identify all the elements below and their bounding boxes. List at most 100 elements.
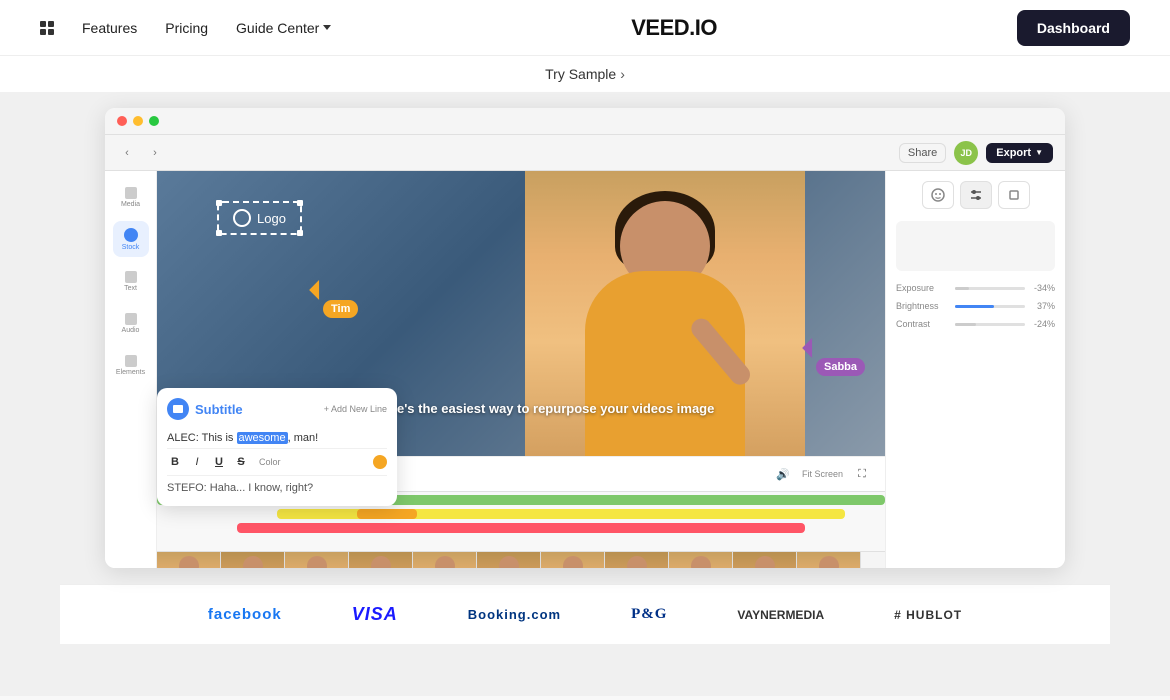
underline-button[interactable]: U [211, 456, 227, 468]
back-icon[interactable]: ‹ [117, 143, 137, 163]
thumb-item-10 [733, 552, 797, 568]
logo-overlay[interactable]: Logo [217, 201, 302, 235]
dashboard-button[interactable]: Dashboard [1017, 10, 1130, 46]
site-logo[interactable]: VEED.IO [631, 15, 717, 41]
panel-tab-face[interactable] [922, 181, 954, 209]
brand-booking: Booking.com [468, 607, 561, 622]
subtitle-icon-inner [173, 405, 183, 413]
editor-topbar: ‹ › Share JD Export ▼ [105, 135, 1065, 171]
brightness-slider[interactable] [955, 305, 1025, 308]
add-thumb-button[interactable]: + [861, 552, 885, 568]
sidebar-media-icon[interactable]: Media [113, 179, 149, 215]
cursor-tim-label: Tim [323, 300, 358, 318]
try-sample-bar: Try Sample › [0, 56, 1170, 92]
panel-tabs [896, 181, 1055, 209]
share-button[interactable]: Share [899, 143, 946, 163]
editor-sidebar: Media Stock Text Audio Elements [105, 171, 157, 568]
add-new-line-button[interactable]: + Add New Line [324, 404, 387, 414]
navbar: Features Pricing Guide Center VEED.IO Da… [0, 0, 1170, 56]
main-area: ‹ › Share JD Export ▼ Media [0, 92, 1170, 696]
fit-screen-label[interactable]: Fit Screen [802, 469, 843, 479]
thumbnail-strip: + [157, 551, 885, 568]
sidebar-audio-icon[interactable]: Audio [113, 305, 149, 341]
thumb-item-11 [797, 552, 861, 568]
cursor-tim: Tim [317, 271, 358, 318]
grid-icon[interactable] [40, 21, 54, 35]
corner-handle-br [297, 230, 303, 236]
forward-icon[interactable]: › [145, 143, 165, 163]
subtitle-line-1: ALEC: This is awesome, man! [167, 428, 387, 449]
subtitle-icon [167, 398, 189, 420]
subtitle-title-text: Subtitle [195, 402, 243, 417]
chevron-down-icon [323, 25, 331, 30]
thumb-item-9 [669, 552, 733, 568]
thumb-item-4 [349, 552, 413, 568]
panel-tab-adjustments[interactable] [960, 181, 992, 209]
brand-facebook: facebook [208, 606, 282, 623]
fullscreen-icon[interactable]: ⛶ [851, 463, 873, 485]
thumb-item-3 [285, 552, 349, 568]
arrow-right-icon: › [620, 66, 625, 82]
panel-preview-rect [896, 221, 1055, 271]
corner-handle-tl [216, 200, 222, 206]
editor-topbar-right: Share JD Export ▼ [899, 141, 1053, 165]
window-chrome [105, 108, 1065, 135]
cursor-sabba: Sabba [810, 329, 865, 376]
subtitle-toolbar: B I U S Color [167, 449, 387, 476]
nav-features[interactable]: Features [82, 20, 137, 36]
subtitle-line-2: STEFO: Haha... I know, right? [167, 476, 387, 496]
thumb-item-7 [541, 552, 605, 568]
try-sample-link[interactable]: Try Sample › [545, 66, 625, 82]
strikethrough-button[interactable]: S [233, 456, 249, 468]
color-label: Color [259, 457, 281, 467]
subtitle-panel-header: Subtitle + Add New Line [167, 398, 387, 420]
thumb-item-8 [605, 552, 669, 568]
subtitle-panel: Subtitle + Add New Line ALEC: This is aw… [157, 388, 397, 506]
corner-handle-bl [216, 230, 222, 236]
panel-tab-crop[interactable] [998, 181, 1030, 209]
brand-bar: facebook VISA Booking.com P&G VAYNERMEDI… [60, 584, 1110, 644]
contrast-slider-row: Contrast -24% [896, 319, 1055, 329]
italic-button[interactable]: I [189, 456, 205, 468]
video-and-timeline: Logo Tim DIANA: here's [157, 171, 885, 568]
subtitle-highlight: awesome [237, 432, 288, 444]
thumb-item-6 [477, 552, 541, 568]
sidebar-subtitle-icon[interactable]: Stock [113, 221, 149, 257]
brand-hublot: # HUBLOT [894, 608, 962, 622]
cursor-sabba-label: Sabba [816, 358, 865, 376]
thumb-item-2 [221, 552, 285, 568]
export-chevron-icon: ▼ [1035, 148, 1043, 157]
export-button[interactable]: Export ▼ [986, 143, 1053, 163]
avatar: JD [954, 141, 978, 165]
thumb-item-5 [413, 552, 477, 568]
window-maximize-dot [149, 116, 159, 126]
nav-pricing[interactable]: Pricing [165, 20, 208, 36]
exposure-slider[interactable] [955, 287, 1025, 290]
nav-guide-center[interactable]: Guide Center [236, 20, 331, 36]
subtitle-panel-title: Subtitle [167, 398, 243, 420]
nav-right: Dashboard [1017, 10, 1130, 46]
bold-button[interactable]: B [167, 456, 183, 468]
logo-overlay-text: Logo [257, 211, 286, 226]
volume-icon[interactable]: 🔊 [772, 463, 794, 485]
sidebar-elements-icon[interactable]: Elements [113, 347, 149, 383]
brand-visa: VISA [352, 604, 398, 625]
editor-mockup: ‹ › Share JD Export ▼ Media [105, 108, 1065, 568]
contrast-slider[interactable] [955, 323, 1025, 326]
window-close-dot [117, 116, 127, 126]
corner-handle-tr [297, 200, 303, 206]
window-minimize-dot [133, 116, 143, 126]
logo-circle-icon [233, 209, 251, 227]
thumb-item-1 [157, 552, 221, 568]
brand-pg: P&G [631, 606, 667, 623]
editor-body: Media Stock Text Audio Elements [105, 171, 1065, 568]
editor-topbar-left: ‹ › [117, 143, 165, 163]
sidebar-text-icon[interactable]: Text [113, 263, 149, 299]
nav-left: Features Pricing Guide Center [40, 20, 331, 36]
editor-right-panel: Exposure -34% Brightness 37% Contrast [885, 171, 1065, 568]
timeline-bar-orange [357, 509, 417, 519]
color-picker[interactable] [373, 455, 387, 469]
brightness-slider-row: Brightness 37% [896, 301, 1055, 311]
brand-vaynermedia: VAYNERMEDIA [737, 608, 824, 622]
exposure-slider-row: Exposure -34% [896, 283, 1055, 293]
